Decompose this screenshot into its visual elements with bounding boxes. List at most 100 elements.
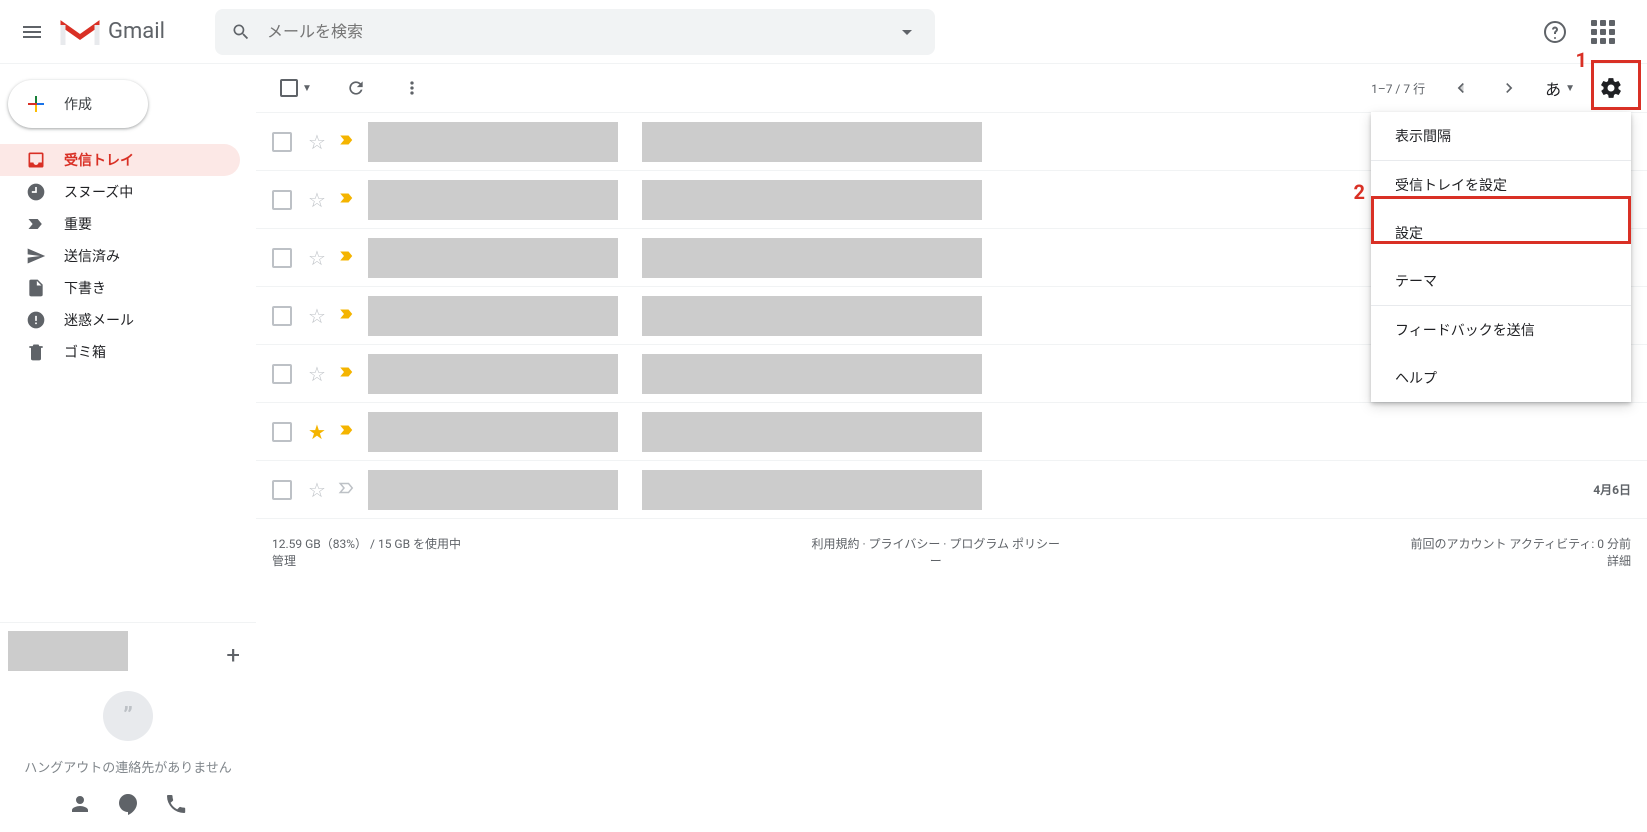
- hangouts-empty-text: ハングアウトの連絡先がありません: [8, 757, 248, 776]
- redacted-sender: [368, 470, 618, 510]
- main: ▼ 1–7 / 7 行 あ ▼: [256, 64, 1647, 832]
- more-button[interactable]: [392, 68, 432, 108]
- redacted-sender: [368, 122, 618, 162]
- menu-feedback[interactable]: フィードバックを送信: [1371, 306, 1631, 354]
- chevron-down-icon: ▼: [1565, 83, 1575, 94]
- email-row[interactable]: ★: [256, 403, 1647, 461]
- refresh-icon: [346, 78, 366, 98]
- sidebar-item-label: 受信トレイ: [64, 150, 134, 170]
- footer-manage-link[interactable]: 管理: [272, 552, 461, 569]
- important-marker-icon[interactable]: [338, 305, 356, 327]
- star-icon[interactable]: ☆: [308, 246, 326, 270]
- redacted-subject: [642, 122, 982, 162]
- gmail-m-icon: [60, 17, 100, 47]
- gmail-logo[interactable]: Gmail: [60, 17, 165, 47]
- menu-configure-inbox[interactable]: 受信トレイを設定: [1371, 161, 1631, 209]
- menu-settings[interactable]: 設定: [1371, 209, 1631, 257]
- settings-menu: 表示間隔 受信トレイを設定 設定 テーマ フィードバックを送信 ヘルプ: [1371, 112, 1631, 402]
- help-icon: [1543, 20, 1567, 44]
- sidebar-item-important[interactable]: 重要: [0, 208, 240, 240]
- refresh-button[interactable]: [336, 68, 376, 108]
- star-icon[interactable]: ★: [308, 420, 326, 444]
- important-marker-icon[interactable]: [338, 479, 356, 501]
- redacted-sender: [368, 412, 618, 452]
- contacts-tab-icon[interactable]: [68, 792, 92, 816]
- chevron-down-icon: ▼: [302, 83, 312, 94]
- redacted-sender: [368, 354, 618, 394]
- redacted-sender: [368, 296, 618, 336]
- next-page-button[interactable]: [1489, 68, 1529, 108]
- important-marker-icon[interactable]: [338, 189, 356, 211]
- email-checkbox[interactable]: [272, 364, 292, 384]
- trash-icon: [26, 342, 46, 362]
- sidebar-item-spam[interactable]: 迷惑メール: [0, 304, 240, 336]
- compose-button[interactable]: 作成: [8, 80, 148, 128]
- search-bar[interactable]: [215, 9, 935, 55]
- star-icon[interactable]: ☆: [308, 188, 326, 212]
- sidebar-item-drafts[interactable]: 下書き: [0, 272, 240, 304]
- sent-icon: [26, 246, 46, 266]
- footer-policy[interactable]: 利用規約 · プライバシー · プログラム ポリシー ー: [811, 535, 1060, 569]
- clock-icon: [26, 182, 46, 202]
- search-input[interactable]: [267, 22, 895, 41]
- select-all-checkbox[interactable]: ▼: [272, 71, 320, 105]
- email-date: 4月6日: [1593, 481, 1631, 498]
- settings-button[interactable]: [1591, 68, 1631, 108]
- footer-details-link[interactable]: 詳細: [1410, 552, 1631, 569]
- phone-tab-icon[interactable]: [164, 792, 188, 816]
- compose-label: 作成: [64, 94, 92, 114]
- nav-list: 受信トレイ スヌーズ中 重要 送信済み 下書き 迷惑メール: [0, 144, 256, 368]
- menu-help[interactable]: ヘルプ: [1371, 354, 1631, 402]
- hangouts-tab-icon[interactable]: [116, 792, 140, 816]
- email-checkbox[interactable]: [272, 422, 292, 442]
- sidebar-item-sent[interactable]: 送信済み: [0, 240, 240, 272]
- draft-icon: [26, 278, 46, 298]
- main-menu-button[interactable]: [8, 8, 56, 56]
- apps-button[interactable]: [1583, 12, 1623, 52]
- email-preview: [368, 470, 1593, 510]
- search-options-icon[interactable]: [895, 20, 919, 44]
- sidebar: 作成 受信トレイ スヌーズ中 重要 送信済み 下書き: [0, 64, 256, 832]
- inbox-icon: [26, 150, 46, 170]
- email-checkbox[interactable]: [272, 480, 292, 500]
- redacted-subject: [642, 412, 982, 452]
- star-icon[interactable]: ☆: [308, 130, 326, 154]
- important-icon: [26, 214, 46, 234]
- spam-icon: [26, 310, 46, 330]
- header: Gmail: [0, 0, 1647, 64]
- menu-display-density[interactable]: 表示間隔: [1371, 112, 1631, 160]
- email-checkbox[interactable]: [272, 190, 292, 210]
- hangouts-section: + ” ハングアウトの連絡先がありません: [0, 622, 256, 832]
- important-marker-icon[interactable]: [338, 421, 356, 443]
- important-marker-icon[interactable]: [338, 247, 356, 269]
- sidebar-item-trash[interactable]: ゴミ箱: [0, 336, 240, 368]
- email-checkbox[interactable]: [272, 132, 292, 152]
- hangouts-add-button[interactable]: +: [226, 641, 240, 669]
- prev-page-button[interactable]: [1441, 68, 1481, 108]
- star-icon[interactable]: ☆: [308, 478, 326, 502]
- sidebar-item-inbox[interactable]: 受信トレイ: [0, 144, 240, 176]
- sidebar-item-snoozed[interactable]: スヌーズ中: [0, 176, 240, 208]
- sidebar-item-label: スヌーズ中: [64, 182, 133, 202]
- help-button[interactable]: [1535, 12, 1575, 52]
- star-icon[interactable]: ☆: [308, 362, 326, 386]
- checkbox-icon: [280, 79, 298, 97]
- input-method-button[interactable]: あ ▼: [1545, 76, 1575, 100]
- sidebar-item-label: 下書き: [64, 278, 106, 298]
- email-checkbox[interactable]: [272, 248, 292, 268]
- important-marker-icon[interactable]: [338, 131, 356, 153]
- page-info: 1–7 / 7 行: [1371, 80, 1425, 97]
- hangouts-quote-icon: ”: [103, 691, 153, 741]
- plus-icon: [24, 92, 48, 116]
- redacted-subject: [642, 470, 982, 510]
- menu-themes[interactable]: テーマ: [1371, 257, 1631, 305]
- redacted-subject: [642, 180, 982, 220]
- star-icon[interactable]: ☆: [308, 304, 326, 328]
- more-vert-icon: [402, 78, 422, 98]
- apps-grid-icon: [1591, 20, 1615, 44]
- hamburger-icon: [23, 26, 41, 38]
- callout-label-1: 1: [1576, 48, 1587, 72]
- important-marker-icon[interactable]: [338, 363, 356, 385]
- email-checkbox[interactable]: [272, 306, 292, 326]
- email-row[interactable]: ☆ 4月6日: [256, 461, 1647, 519]
